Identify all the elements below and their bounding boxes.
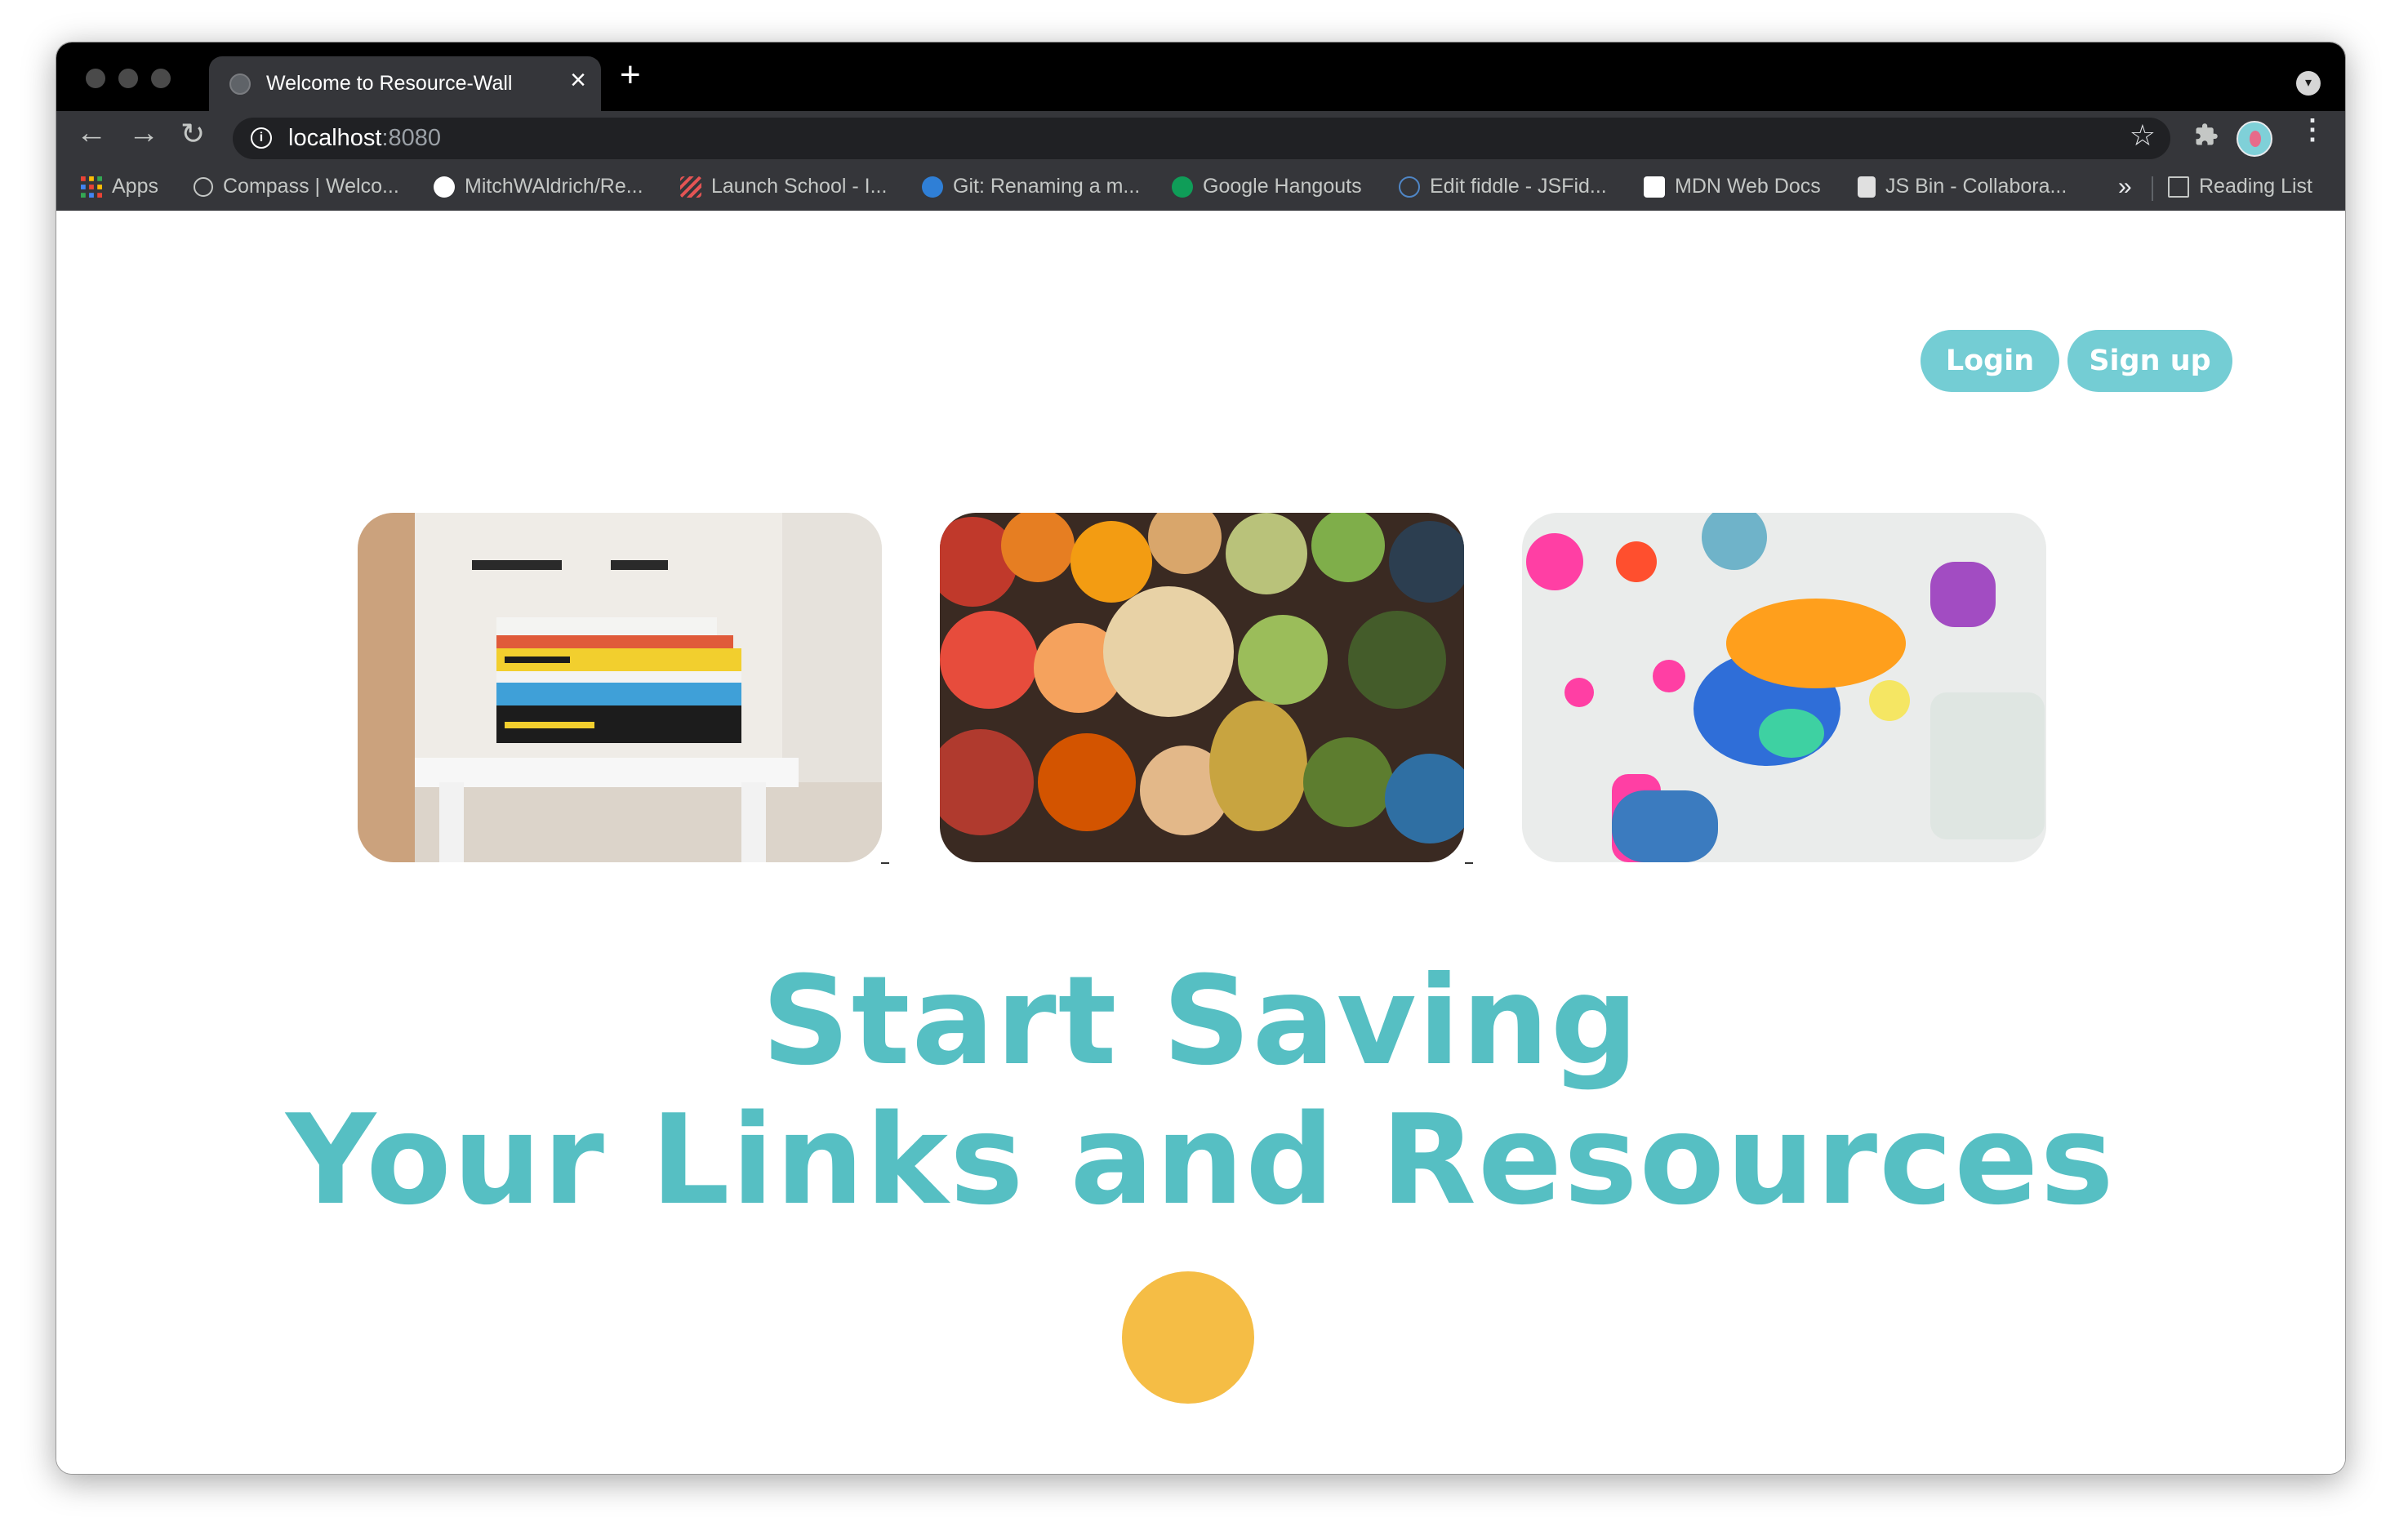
kebab-menu-icon[interactable]: ⋮ (2299, 116, 2326, 144)
back-arrow-icon[interactable]: ← (76, 118, 107, 149)
page-content: Login Sign up Start Saving Your Links an… (56, 211, 2345, 1474)
extensions-puzzle-icon[interactable] (2194, 122, 2219, 147)
hero-title-line-1: Start Saving (761, 950, 1640, 1093)
tab-resource-wall[interactable]: Welcome to Resource-Wall × (209, 56, 601, 111)
stack-of-books-image (358, 513, 882, 862)
mdn-icon (1644, 176, 1665, 198)
compass-icon (194, 176, 213, 197)
bookmark-label: Google Hangouts (1203, 175, 1362, 198)
tab-search-icon[interactable]: ▾ (2296, 71, 2321, 96)
url-host: localhost (288, 125, 382, 151)
tab-strip: Welcome to Resource-Wall × + ▾ (56, 42, 2345, 111)
close-tab-icon[interactable]: × (570, 66, 586, 94)
food-spread-image (940, 513, 1464, 862)
bookmark-apps[interactable]: Apps (81, 175, 158, 201)
site-info-icon[interactable]: i (251, 127, 272, 149)
tab-title: Welcome to Resource-Wall (266, 72, 513, 95)
hero-title-line-2: Your Links and Resources (286, 1088, 2116, 1232)
globe-icon (229, 73, 251, 95)
bookmarks-divider (2152, 176, 2153, 201)
hangouts-icon (1172, 176, 1193, 198)
reload-icon[interactable]: ↻ (180, 119, 205, 149)
bookmark-label: MDN Web Docs (1675, 175, 1821, 198)
login-button[interactable]: Login (1921, 330, 2059, 392)
url-port: :8080 (381, 125, 442, 151)
bookmark-mdn[interactable]: MDN Web Docs (1644, 175, 1821, 201)
reading-list-label: Reading List (2199, 175, 2312, 198)
bookmarks-bar: Apps Compass | Welco... MitchWAldrich/Re… (56, 165, 2345, 211)
reading-list-button[interactable]: Reading List (2168, 175, 2312, 201)
bookmark-compass[interactable]: Compass | Welco... (194, 175, 399, 201)
browser-toolbar: ← → ↻ i localhost:8080 ☆ ⋮ (56, 111, 2345, 165)
bookmark-label: Launch School - I... (711, 175, 888, 198)
bookmark-jsfiddle[interactable]: Edit fiddle - JSFid... (1399, 175, 1607, 201)
bookmark-git-renaming[interactable]: Git: Renaming a m... (922, 175, 1140, 201)
profile-avatar[interactable] (2237, 121, 2272, 157)
jsfiddle-icon (1399, 176, 1420, 198)
maximize-window-icon[interactable] (151, 69, 171, 88)
bookmark-label: Git: Renaming a m... (953, 175, 1141, 198)
bookmark-label: MitchWAldrich/Re... (465, 175, 643, 198)
bookmark-google-hangouts[interactable]: Google Hangouts (1172, 175, 1362, 201)
browser-window: Welcome to Resource-Wall × + ▾ ← → ↻ i l… (56, 42, 2346, 1475)
url-text[interactable]: localhost:8080 (288, 125, 441, 152)
bookmark-launch-school[interactable]: Launch School - I... (680, 175, 887, 201)
bookmark-label: Edit fiddle - JSFid... (1430, 175, 1607, 198)
scroll-indicator-dot (1122, 1271, 1254, 1404)
launch-school-icon (680, 176, 701, 198)
close-window-icon[interactable] (86, 69, 105, 88)
bookmark-star-icon[interactable]: ☆ (2130, 121, 2156, 150)
apps-grid-icon (81, 176, 102, 198)
forward-arrow-icon[interactable]: → (128, 118, 159, 149)
address-bar[interactable]: i localhost:8080 ☆ (233, 118, 2170, 159)
new-tab-button[interactable]: + (620, 57, 641, 93)
bookmark-label: Apps (112, 175, 158, 198)
reading-list-icon (2168, 176, 2189, 198)
signup-button[interactable]: Sign up (2067, 330, 2232, 392)
image-link-underline (1465, 862, 1473, 864)
minimize-window-icon[interactable] (118, 69, 138, 88)
bookmark-label: JS Bin - Collabora... (1885, 175, 2067, 198)
child-painting-image (1522, 513, 2046, 862)
github-icon (434, 176, 455, 198)
jsbin-icon (1858, 176, 1876, 198)
bookmark-jsbin[interactable]: JS Bin - Collabora... (1858, 175, 2067, 201)
more-bookmarks-chevron-icon[interactable]: » (2118, 173, 2132, 201)
avatar-figure-icon (2250, 131, 2261, 147)
bookmark-github[interactable]: MitchWAldrich/Re... (434, 175, 643, 201)
git-icon (922, 176, 943, 198)
image-link-underline (881, 862, 889, 864)
bookmark-label: Compass | Welco... (223, 175, 399, 198)
